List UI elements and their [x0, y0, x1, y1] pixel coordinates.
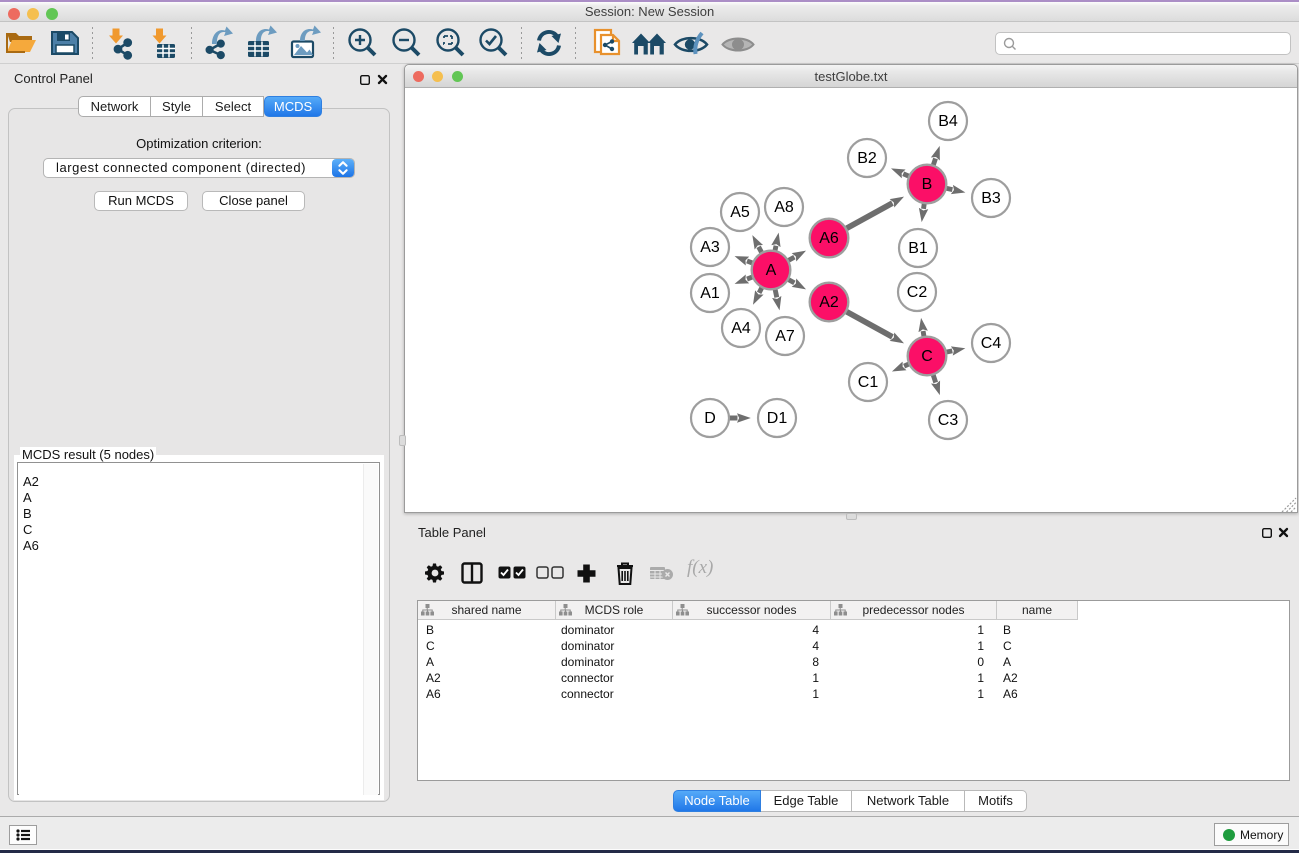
svg-text:A1: A1 — [700, 285, 720, 302]
svg-text:C1: C1 — [858, 374, 879, 391]
svg-text:C2: C2 — [907, 284, 928, 301]
svg-text:B4: B4 — [938, 113, 958, 130]
svg-text:B2: B2 — [857, 150, 877, 167]
svg-text:A8: A8 — [774, 199, 794, 216]
svg-text:B1: B1 — [908, 240, 928, 257]
svg-text:A6: A6 — [819, 230, 839, 247]
svg-text:A3: A3 — [700, 239, 720, 256]
svg-text:A2: A2 — [819, 294, 839, 311]
svg-text:B3: B3 — [981, 190, 1001, 207]
svg-text:B: B — [922, 176, 933, 193]
svg-text:C: C — [921, 348, 933, 365]
svg-text:C4: C4 — [981, 335, 1002, 352]
svg-text:D1: D1 — [767, 410, 788, 427]
svg-text:D: D — [704, 410, 716, 427]
svg-text:A7: A7 — [775, 328, 795, 345]
svg-text:A: A — [766, 262, 777, 279]
svg-text:A4: A4 — [731, 320, 751, 337]
svg-text:C3: C3 — [938, 412, 959, 429]
svg-text:A5: A5 — [730, 204, 750, 221]
